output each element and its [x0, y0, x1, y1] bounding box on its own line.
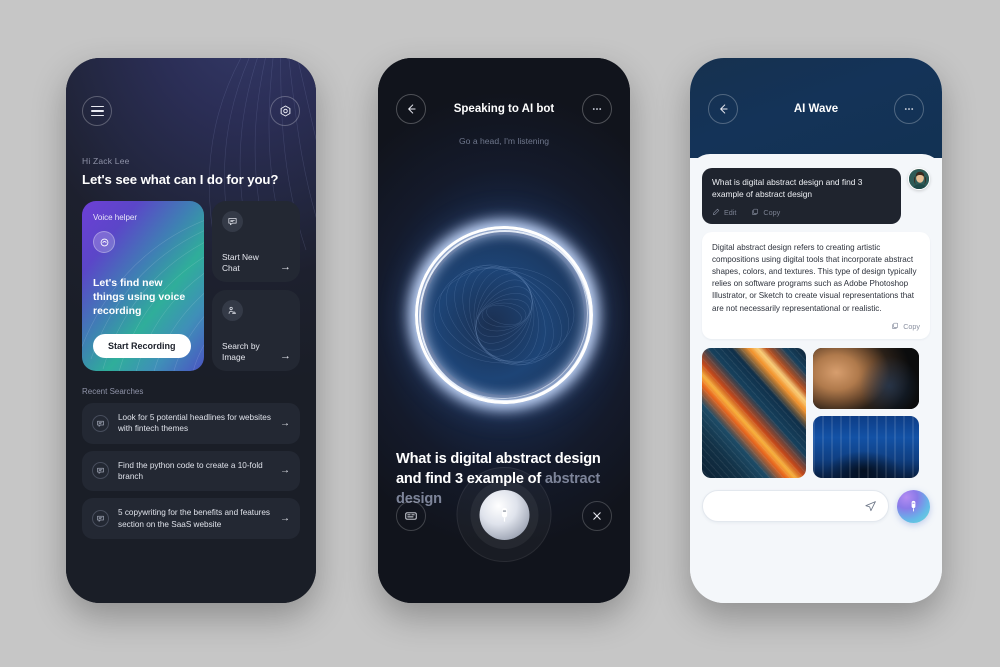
avatar-portrait	[909, 169, 929, 189]
edit-message-button[interactable]: Edit	[712, 208, 736, 217]
settings-button[interactable]	[270, 96, 300, 126]
recent-search-item[interactable]: Find the python code to create a 10-fold…	[82, 450, 300, 492]
voice-screen-title: Speaking to AI bot	[453, 103, 555, 115]
back-button[interactable]	[708, 94, 738, 124]
recent-search-item[interactable]: 5 copywriting for the benefits and featu…	[82, 498, 300, 539]
user-message-actions: Edit Copy	[712, 208, 891, 217]
microphone-icon	[501, 507, 507, 522]
user-message-row: What is digital abstract design and find…	[702, 168, 930, 224]
recent-search-text: Look for 5 potential headlines for websi…	[118, 413, 271, 434]
arrow-right-icon: →	[280, 261, 291, 273]
more-dots-icon	[904, 108, 914, 110]
canvas: Hi Zack Lee Let's see what can I do for …	[0, 0, 1000, 667]
keyboard-icon	[405, 512, 417, 520]
ai-message-card: Digital abstract design refers to creati…	[702, 231, 930, 339]
phone-home-screen: Hi Zack Lee Let's see what can I do for …	[66, 58, 316, 603]
chat-input[interactable]	[714, 501, 864, 512]
result-image-3[interactable]	[813, 416, 919, 478]
user-message-text: What is digital abstract design and find…	[712, 177, 863, 199]
edit-label: Edit	[724, 207, 737, 217]
voice-input-button[interactable]	[897, 489, 930, 523]
chat-bubble-icon	[92, 510, 109, 528]
chat-bubble-icon	[222, 211, 243, 232]
image-results-grid	[702, 347, 930, 478]
hamburger-menu-icon	[90, 105, 104, 117]
start-new-chat-label: Start New Chat	[222, 252, 259, 274]
copy-icon	[892, 323, 899, 330]
voice-controls	[378, 467, 630, 567]
search-by-image-label: Search by Image	[222, 341, 260, 363]
user-avatar	[908, 168, 930, 190]
voice-header: Speaking to AI bot Go a head, I'm listen…	[378, 58, 630, 146]
pencil-edit-icon	[713, 209, 720, 216]
voice-wave-icon	[93, 231, 115, 253]
voice-orb-visualizer	[389, 200, 619, 430]
chat-input-wrapper[interactable]	[702, 490, 889, 523]
phone-voice-screen: Speaking to AI bot Go a head, I'm listen…	[378, 58, 630, 603]
back-button[interactable]	[396, 94, 426, 124]
arrow-right-icon: →	[280, 465, 290, 477]
gear-icon	[280, 105, 290, 116]
recent-search-text: Find the python code to create a 10-fold…	[118, 460, 263, 481]
more-options-button[interactable]	[582, 94, 612, 124]
voice-helper-card[interactable]: Voice helper Let's find new things using…	[82, 201, 204, 371]
voice-helper-label: Voice helper	[93, 213, 138, 222]
menu-button[interactable]	[82, 96, 112, 126]
phone-chat-screen: AI Wave What is digital abstract design …	[690, 58, 942, 603]
search-by-image-card[interactable]: Search by Image →	[212, 290, 300, 371]
microphone-icon	[911, 500, 916, 512]
close-button[interactable]	[582, 501, 612, 531]
send-paper-plane-icon[interactable]	[864, 500, 877, 513]
result-image-2[interactable]	[813, 347, 919, 410]
arrow-left-icon	[408, 104, 416, 114]
more-dots-icon	[592, 108, 602, 110]
close-x-icon	[593, 512, 601, 520]
listening-status-text: Go a head, I'm listening	[458, 136, 550, 146]
quick-action-cards: Start New Chat → Search by Image →	[212, 201, 300, 371]
result-image-1[interactable]	[702, 347, 806, 478]
ai-copy-button[interactable]: Copy	[712, 322, 920, 331]
chat-bubble-icon	[92, 462, 109, 480]
copy-label: Copy	[763, 207, 781, 217]
home-cards: Voice helper Let's find new things using…	[82, 201, 300, 371]
ai-copy-label: Copy	[903, 321, 920, 331]
chat-body: What is digital abstract design and find…	[690, 154, 942, 603]
start-new-chat-card[interactable]: Start New Chat →	[212, 201, 300, 282]
arrow-right-icon: →	[280, 350, 291, 362]
keyboard-button[interactable]	[396, 501, 426, 531]
copy-message-button[interactable]: Copy	[751, 208, 780, 217]
start-recording-button[interactable]: Start Recording	[93, 334, 191, 358]
ai-message-text: Digital abstract design refers to creati…	[712, 242, 917, 313]
image-person-icon	[222, 300, 243, 321]
chat-title: AI Wave	[793, 103, 839, 115]
chat-header: AI Wave	[690, 58, 942, 158]
recent-search-item[interactable]: Look for 5 potential headlines for websi…	[82, 403, 300, 444]
copy-icon	[752, 209, 759, 216]
recent-search-text: 5 copywriting for the benefits and featu…	[118, 508, 271, 529]
arrow-left-icon	[720, 104, 728, 114]
chat-input-row	[702, 489, 930, 523]
page-title: Let's see what can I do for you?	[82, 172, 279, 187]
chat-bubble-icon	[92, 414, 109, 432]
microphone-button[interactable]	[456, 467, 552, 562]
voice-helper-description: Let's find new things using voice record…	[93, 277, 186, 318]
arrow-right-icon: →	[280, 417, 290, 429]
recent-searches-title: Recent Searches	[82, 387, 144, 396]
user-message-bubble: What is digital abstract design and find…	[702, 168, 901, 224]
more-options-button[interactable]	[894, 94, 924, 124]
home-topbar	[82, 58, 300, 126]
greeting-text: Hi Zack Lee	[82, 156, 130, 166]
arrow-right-icon: →	[280, 513, 290, 525]
